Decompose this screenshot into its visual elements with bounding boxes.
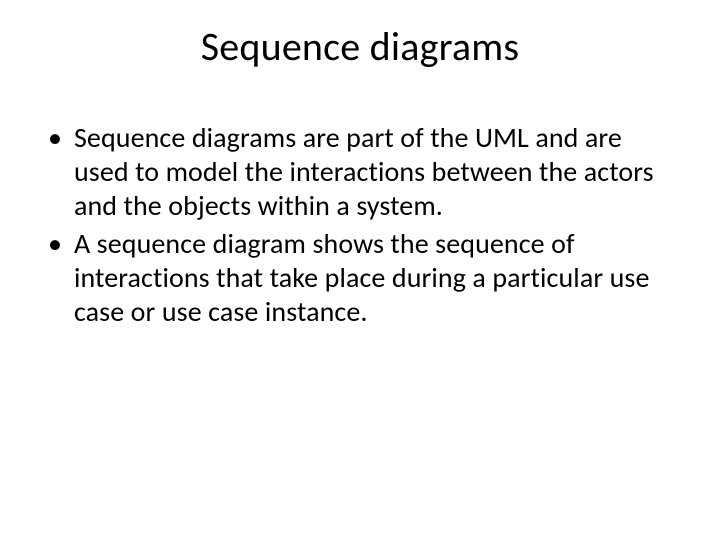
bullet-text: A sequence diagram shows the sequence of… (74, 227, 680, 329)
bullet-text: Sequence diagrams are part of the UML an… (74, 121, 680, 223)
slide-content: • Sequence diagrams are part of the UML … (40, 121, 680, 329)
list-item: • A sequence diagram shows the sequence … (48, 227, 680, 329)
slide-title: Sequence diagrams (40, 22, 680, 71)
list-item: • Sequence diagrams are part of the UML … (48, 121, 680, 223)
slide: Sequence diagrams • Sequence diagrams ar… (0, 0, 720, 540)
bullet-icon: • (48, 227, 62, 261)
bullet-icon: • (48, 121, 62, 155)
